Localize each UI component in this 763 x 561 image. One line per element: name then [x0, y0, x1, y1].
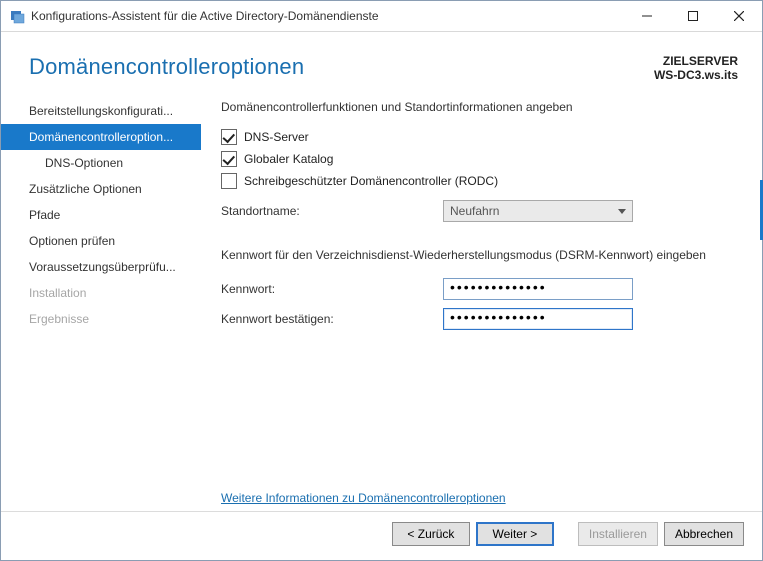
sidebar-item-0[interactable]: Bereitstellungskonfigurati...	[1, 98, 201, 124]
dns-checkbox-row[interactable]: DNS-Server	[221, 129, 732, 145]
sidebar-item-3[interactable]: Zusätzliche Optionen	[1, 176, 201, 202]
password-confirm-input[interactable]: ••••••••••••••	[443, 308, 633, 330]
sidebar-item-4[interactable]: Pfade	[1, 202, 201, 228]
header: Domänencontrolleroptionen ZIELSERVER WS-…	[1, 32, 762, 90]
cancel-button[interactable]: Abbrechen	[664, 522, 744, 546]
sidebar: Bereitstellungskonfigurati...Domänencont…	[1, 90, 201, 511]
dns-checkbox[interactable]	[221, 129, 237, 145]
page-title: Domänencontrolleroptionen	[29, 54, 304, 80]
window-controls	[624, 1, 762, 31]
capabilities-heading: Domänencontrollerfunktionen und Standort…	[221, 100, 732, 114]
app-icon	[9, 8, 25, 24]
dsrm-heading: Kennwort für den Verzeichnisdienst-Wiede…	[221, 248, 732, 262]
rodc-checkbox-label: Schreibgeschützter Domänencontroller (RO…	[244, 174, 498, 188]
sidebar-item-8: Ergebnisse	[1, 306, 201, 332]
titlebar: Konfigurations-Assistent für die Active …	[1, 1, 762, 32]
rodc-checkbox-row[interactable]: Schreibgeschützter Domänencontroller (RO…	[221, 173, 732, 189]
target-server-label: ZIELSERVER	[654, 54, 738, 68]
sidebar-item-6[interactable]: Voraussetzungsüberprüfu...	[1, 254, 201, 280]
back-button[interactable]: < Zurück	[392, 522, 470, 546]
maximize-button[interactable]	[670, 1, 716, 31]
chevron-down-icon	[618, 209, 626, 214]
sidebar-item-1[interactable]: Domänencontrolleroption...	[1, 124, 201, 150]
password-row: Kennwort: ••••••••••••••	[221, 278, 732, 300]
wizard-window: Konfigurations-Assistent für die Active …	[0, 0, 763, 561]
sidebar-item-7: Installation	[1, 280, 201, 306]
target-server-value: WS-DC3.ws.its	[654, 68, 738, 82]
sitename-row: Standortname: Neufahrn	[221, 200, 732, 222]
password-input[interactable]: ••••••••••••••	[443, 278, 633, 300]
sidebar-item-5[interactable]: Optionen prüfen	[1, 228, 201, 254]
close-button[interactable]	[716, 1, 762, 31]
sitename-select[interactable]: Neufahrn	[443, 200, 633, 222]
more-info-link[interactable]: Weitere Informationen zu Domänencontroll…	[221, 491, 732, 505]
gc-checkbox-label: Globaler Katalog	[244, 152, 333, 166]
next-button[interactable]: Weiter >	[476, 522, 554, 546]
wizard-body: Domänencontrolleroptionen ZIELSERVER WS-…	[1, 32, 762, 560]
install-button: Installieren	[578, 522, 658, 546]
main-panel: Domänencontrollerfunktionen und Standort…	[201, 90, 762, 511]
sitename-label: Standortname:	[221, 204, 443, 218]
password-confirm-label: Kennwort bestätigen:	[221, 312, 443, 326]
sitename-value: Neufahrn	[450, 204, 499, 218]
password-confirm-row: Kennwort bestätigen: ••••••••••••••	[221, 308, 732, 330]
sidebar-item-2[interactable]: DNS-Optionen	[1, 150, 201, 176]
target-server-block: ZIELSERVER WS-DC3.ws.its	[654, 54, 738, 82]
footer: < Zurück Weiter > Installieren Abbrechen	[1, 511, 762, 560]
password-label: Kennwort:	[221, 282, 443, 296]
window-title: Konfigurations-Assistent für die Active …	[31, 9, 624, 23]
gc-checkbox-row[interactable]: Globaler Katalog	[221, 151, 732, 167]
minimize-button[interactable]	[624, 1, 670, 31]
rodc-checkbox[interactable]	[221, 173, 237, 189]
gc-checkbox[interactable]	[221, 151, 237, 167]
content: Bereitstellungskonfigurati...Domänencont…	[1, 90, 762, 511]
dns-checkbox-label: DNS-Server	[244, 130, 309, 144]
